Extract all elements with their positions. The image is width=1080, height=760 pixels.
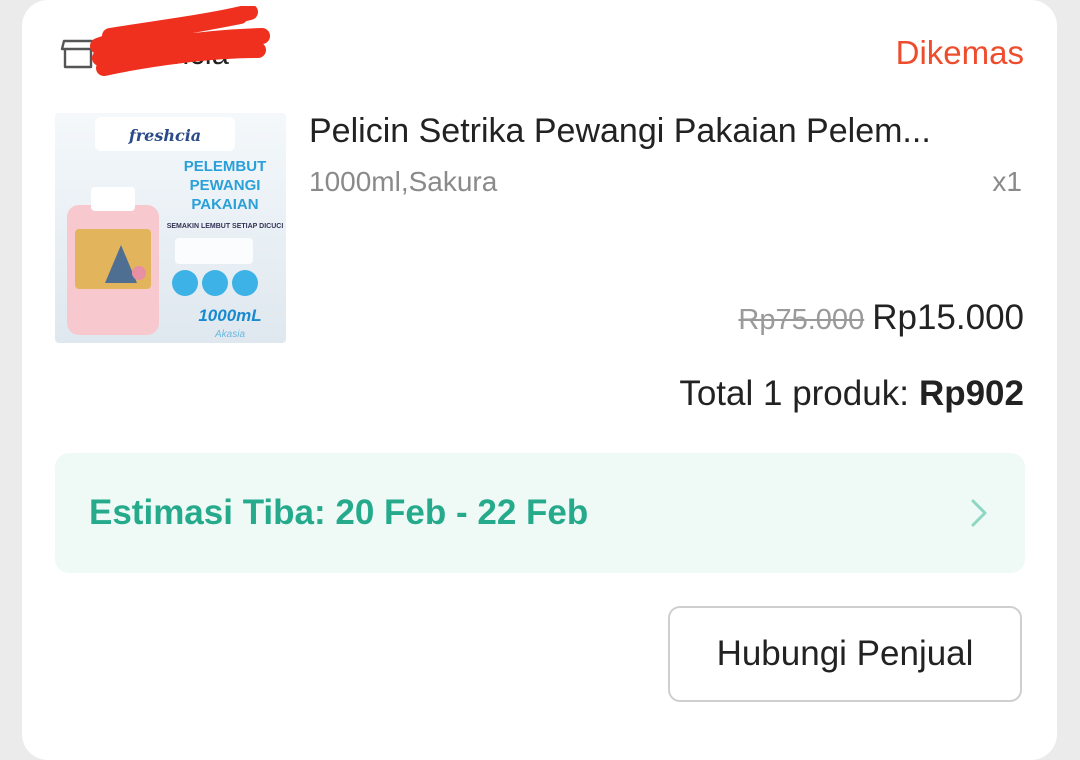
order-total-amount: Rp902 — [918, 374, 1024, 413]
order-total-label: Total 1 produk: — [679, 374, 909, 413]
order-total: Total 1 produk: Rp902 — [679, 374, 1024, 414]
original-price: Rp75.000 — [738, 304, 865, 336]
price-row: Rp75.000 Rp15.000 — [738, 298, 1024, 338]
chevron-right-icon — [971, 499, 987, 527]
order-status: Dikemas — [895, 34, 1024, 71]
product-image-volume: 1000mL — [198, 306, 261, 325]
redaction-scribble — [90, 6, 270, 76]
product-image-line-3: PAKAIAN — [191, 196, 258, 213]
current-price: Rp15.000 — [872, 298, 1024, 337]
delivery-estimate-row[interactable]: Estimasi Tiba: 20 Feb - 22 Feb — [55, 453, 1025, 573]
product-image-line-1: PELEMBUT — [184, 158, 267, 175]
product-image-line-2: PEWANGI — [190, 177, 261, 194]
product-image-tagline: SEMAKIN LEMBUT SETIAP DICUCI — [167, 223, 284, 230]
product-title[interactable]: Pelicin Setrika Pewangi Pakaian Pelem... — [309, 112, 1009, 151]
product-quantity: x1 — [992, 166, 1022, 197]
product-image-variant: Akasia — [214, 329, 245, 340]
contact-seller-button[interactable]: Hubungi Penjual — [668, 606, 1022, 702]
delivery-estimate-text: Estimasi Tiba: 20 Feb - 22 Feb — [89, 493, 589, 532]
product-variant: 1000ml,Sakura — [309, 166, 498, 197]
product-image[interactable]: freshcia PELEMBUT PEWANGI PAKAIAN SEMAKI… — [55, 113, 286, 343]
product-image-brand: freshcia — [128, 126, 201, 145]
